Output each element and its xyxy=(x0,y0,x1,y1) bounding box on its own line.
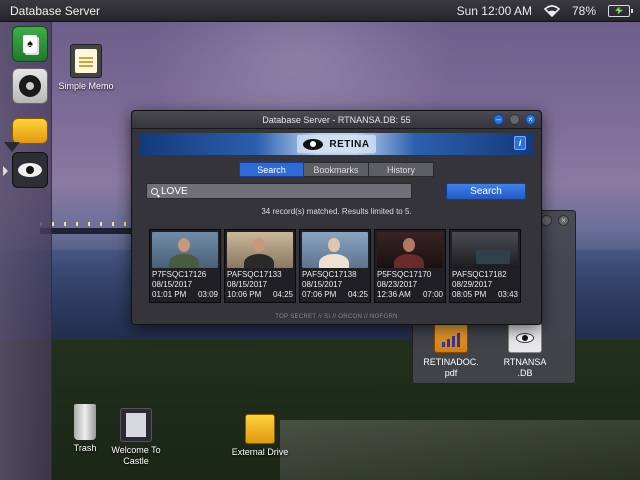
result-duration: 03:43 xyxy=(497,290,518,299)
result-date: 08/23/2017 xyxy=(377,280,418,289)
solitaire-icon[interactable]: ♠ xyxy=(12,26,48,62)
database-window: Database Server - RTNANSA.DB: 55 – × RET… xyxy=(131,110,542,325)
search-value: LOVE xyxy=(161,185,188,197)
file-name: RETINADOC. xyxy=(423,357,479,367)
retina-banner: RETINA i xyxy=(139,133,534,155)
file-retinadoc[interactable]: RETINADOC. pdf xyxy=(421,323,481,379)
bridge-lights xyxy=(40,222,140,226)
video-thumbnail xyxy=(452,232,518,268)
maximize-button[interactable] xyxy=(509,114,520,125)
result-id: P7FSQC17126 xyxy=(152,270,207,279)
clock[interactable]: Sun 12:00 AM xyxy=(457,4,532,18)
search-input[interactable]: LOVE xyxy=(146,183,412,199)
retina-eye-icon[interactable] xyxy=(12,152,48,188)
result-time: 12:36 AM xyxy=(377,290,411,299)
wifi-icon[interactable] xyxy=(543,4,561,17)
result-date: 08/15/2017 xyxy=(152,280,193,289)
file-ext: pdf xyxy=(444,368,458,378)
desktop-label: Trash xyxy=(73,443,97,453)
result-date: 08/15/2017 xyxy=(302,280,343,289)
classification-footer: TOP SECRET // SI // ORCON // NOFORN xyxy=(275,314,398,320)
desktop-external-drive[interactable]: External Drive xyxy=(228,414,292,458)
bridge xyxy=(40,228,140,234)
file-rtnansa-db[interactable]: RTNANSA .DB xyxy=(495,323,555,379)
file-window-maximize-button[interactable] xyxy=(541,215,552,226)
result-duration: 03:09 xyxy=(197,290,218,299)
result-id: PAFSQC17138 xyxy=(302,270,357,279)
topbar-title: Database Server xyxy=(10,3,101,18)
gear-icon xyxy=(19,75,41,97)
window-titlebar[interactable]: Database Server - RTNANSA.DB: 55 – × xyxy=(132,111,541,129)
video-thumbnail xyxy=(152,232,218,268)
result-duration: 07:00 xyxy=(422,290,443,299)
result-status: 34 record(s) matched. Results limited to… xyxy=(261,207,412,216)
result-item[interactable]: PAFSQC17182 08/29/2017 08:05 PM 03:43 xyxy=(449,229,521,303)
logo-text: RETINA xyxy=(329,138,370,150)
external-drive-icon[interactable] xyxy=(12,118,48,144)
result-item[interactable]: P7FSQC17126 08/15/2017 01:01 PM 03:09 xyxy=(149,229,221,303)
desktop-welcome[interactable]: Welcome To Castle xyxy=(110,408,162,467)
result-duration: 04:25 xyxy=(347,290,368,299)
dock-arrow-icon xyxy=(4,142,20,152)
retina-logo: RETINA xyxy=(297,135,376,153)
result-duration: 04:25 xyxy=(272,290,293,299)
result-id: PAFSQC17133 xyxy=(227,270,282,279)
tab-history[interactable]: History xyxy=(369,162,434,177)
result-time: 10:06 PM xyxy=(227,290,262,299)
result-time: 07:06 PM xyxy=(302,290,337,299)
pdf-chart-icon xyxy=(434,323,468,353)
settings-gear-icon[interactable] xyxy=(12,68,48,104)
video-thumbnail xyxy=(377,232,443,268)
desktop-label: Welcome To Castle xyxy=(111,445,161,466)
drive-icon xyxy=(245,414,275,444)
search-icon xyxy=(151,187,158,195)
file-name: RTNANSA xyxy=(503,357,547,367)
window-title: Database Server - RTNANSA.DB: 55 xyxy=(262,114,411,125)
trash-icon xyxy=(74,404,96,440)
result-id: PAFSQC17182 xyxy=(452,270,507,279)
eye-icon xyxy=(303,138,324,150)
minimize-button[interactable]: – xyxy=(493,114,504,125)
result-id: P5FSQC17170 xyxy=(377,270,432,279)
video-thumbnail xyxy=(302,232,368,268)
close-button[interactable]: × xyxy=(525,114,536,125)
search-button[interactable]: Search xyxy=(446,183,526,200)
desktop-label: Simple Memo xyxy=(58,81,114,91)
video-thumbnail xyxy=(227,232,293,268)
tab-bar: Search Bookmarks History xyxy=(239,162,434,177)
result-time: 01:01 PM xyxy=(152,290,187,299)
memo-icon xyxy=(70,44,102,78)
desktop-label: External Drive xyxy=(231,447,289,457)
desktop-trash[interactable]: Trash xyxy=(68,404,102,454)
tab-bookmarks[interactable]: Bookmarks xyxy=(304,162,369,177)
result-time: 08:05 PM xyxy=(452,290,487,299)
document-icon xyxy=(120,408,152,442)
database-eye-icon xyxy=(508,323,542,353)
file-ext: .DB xyxy=(517,368,533,378)
running-indicator-icon xyxy=(3,166,8,176)
tab-search[interactable]: Search xyxy=(239,162,304,177)
walkway xyxy=(280,420,640,480)
result-date: 08/29/2017 xyxy=(452,280,493,289)
result-item[interactable]: PAFSQC17138 08/15/2017 07:06 PM 04:25 xyxy=(299,229,371,303)
battery-icon[interactable] xyxy=(608,4,633,17)
desktop-simple-memo[interactable]: Simple Memo xyxy=(58,44,114,92)
result-item[interactable]: PAFSQC17133 08/15/2017 10:06 PM 04:25 xyxy=(224,229,296,303)
result-item[interactable]: P5FSQC17170 08/23/2017 12:36 AM 07:00 xyxy=(374,229,446,303)
dock: ♠ xyxy=(0,22,52,480)
result-date: 08/15/2017 xyxy=(227,280,268,289)
results-list: P7FSQC17126 08/15/2017 01:01 PM 03:09 PAF… xyxy=(149,229,521,303)
battery-percent: 78% xyxy=(571,3,596,18)
file-window-close-button[interactable]: × xyxy=(558,215,569,226)
info-button[interactable]: i xyxy=(514,136,526,150)
top-bar: Database Server Sun 12:00 AM 78% xyxy=(0,0,640,22)
card-glyph: ♠ xyxy=(23,35,37,53)
